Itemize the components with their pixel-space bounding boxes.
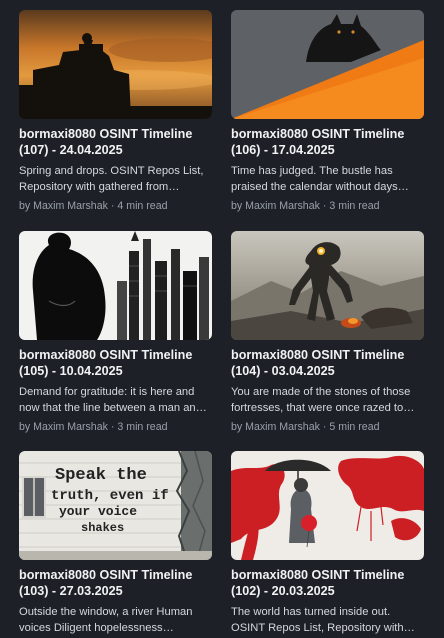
giant-robot-image: [231, 231, 424, 340]
separator-dot: ·: [322, 200, 327, 212]
girl-umbrella-map-image: [231, 451, 424, 560]
separator-dot: ·: [110, 421, 115, 433]
article-meta: by Maxim Marshak · 5 min read: [231, 420, 424, 434]
article-excerpt: Demand for gratitude: it is here and now…: [19, 386, 207, 414]
article-thumbnail[interactable]: [231, 231, 424, 340]
article-card[interactable]: Speak the truth, even if your voice shak…: [19, 451, 212, 636]
article-meta: by Maxim Marshak · 3 min read: [231, 199, 424, 213]
article-title[interactable]: bormaxi8080 OSINT Timeline (105) - 10.04…: [19, 347, 212, 379]
article-thumbnail[interactable]: [231, 10, 424, 119]
separator-dot: ·: [110, 200, 115, 212]
article-excerpt: The world has turned inside out. OSINT R…: [231, 606, 415, 634]
graffiti-line: truth, even if: [51, 488, 169, 504]
separator-dot: ·: [322, 421, 327, 433]
article-author[interactable]: by Maxim Marshak: [19, 200, 108, 212]
article-card[interactable]: bormaxi8080 OSINT Timeline (107) - 24.04…: [19, 10, 212, 213]
graffiti-line: Speak the: [55, 466, 147, 485]
article-thumbnail[interactable]: [19, 231, 212, 340]
man-city-ink-image: [19, 231, 212, 340]
article-title[interactable]: bormaxi8080 OSINT Timeline (102) - 20.03…: [231, 567, 424, 599]
article-read-time: 3 min read: [117, 421, 168, 433]
article-title[interactable]: bormaxi8080 OSINT Timeline (104) - 03.04…: [231, 347, 424, 379]
silhouette-sunset-image: [19, 10, 212, 119]
article-meta: by Maxim Marshak · 3 min read: [19, 420, 212, 434]
article-excerpt: Spring and drops. OSINT Repos List, Repo…: [19, 165, 204, 193]
article-excerpt: Outside the window, a river Human voices…: [19, 606, 193, 634]
article-excerpt: You are made of the stones of those fort…: [231, 386, 415, 414]
graffiti-line: shakes: [81, 521, 124, 535]
article-card[interactable]: bormaxi8080 OSINT Timeline (105) - 10.04…: [19, 231, 212, 434]
article-read-time: 5 min read: [329, 421, 380, 433]
article-read-time: 3 min read: [329, 200, 380, 212]
article-excerpt: Time has judged. The bustle has praised …: [231, 165, 409, 193]
article-title[interactable]: bormaxi8080 OSINT Timeline (103) - 27.03…: [19, 567, 212, 599]
article-thumbnail[interactable]: Speak the truth, even if your voice shak…: [19, 451, 212, 560]
black-cat-orange-image: [231, 10, 424, 119]
article-author[interactable]: by Maxim Marshak: [19, 421, 108, 433]
article-grid: bormaxi8080 OSINT Timeline (107) - 24.04…: [0, 0, 444, 638]
article-title[interactable]: bormaxi8080 OSINT Timeline (107) - 24.04…: [19, 126, 212, 158]
graffiti-line: your voice: [59, 504, 137, 519]
article-read-time: 4 min read: [117, 200, 168, 212]
article-thumbnail[interactable]: [19, 10, 212, 119]
article-thumbnail[interactable]: [231, 451, 424, 560]
article-author[interactable]: by Maxim Marshak: [231, 200, 320, 212]
graffiti-wall-image: Speak the truth, even if your voice shak…: [19, 451, 212, 560]
article-card[interactable]: bormaxi8080 OSINT Timeline (104) - 03.04…: [231, 231, 424, 434]
article-meta: by Maxim Marshak · 4 min read: [19, 199, 212, 213]
article-card[interactable]: bormaxi8080 OSINT Timeline (102) - 20.03…: [231, 451, 424, 636]
article-card[interactable]: bormaxi8080 OSINT Timeline (106) - 17.04…: [231, 10, 424, 213]
article-author[interactable]: by Maxim Marshak: [231, 421, 320, 433]
article-title[interactable]: bormaxi8080 OSINT Timeline (106) - 17.04…: [231, 126, 424, 158]
